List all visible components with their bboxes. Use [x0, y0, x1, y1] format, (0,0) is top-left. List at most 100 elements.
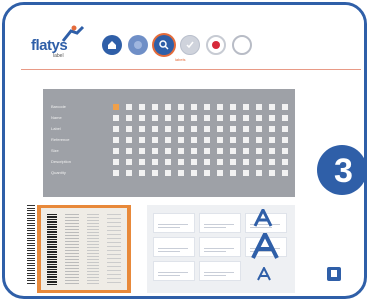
option-checkbox[interactable] — [113, 169, 119, 176]
option-checkbox[interactable] — [165, 158, 171, 165]
option-checkbox[interactable] — [126, 125, 132, 132]
option-checkbox[interactable] — [282, 169, 288, 176]
option-checkbox[interactable] — [165, 125, 171, 132]
option-checkbox[interactable] — [217, 169, 223, 176]
option-checkbox[interactable] — [217, 147, 223, 154]
option-checkbox[interactable] — [191, 169, 197, 176]
option-checkbox[interactable] — [282, 125, 288, 132]
option-checkbox[interactable] — [191, 136, 197, 143]
option-checkbox[interactable] — [165, 114, 171, 121]
option-checkbox[interactable] — [178, 147, 184, 154]
option-checkbox[interactable] — [113, 147, 119, 154]
option-checkbox[interactable] — [152, 158, 158, 165]
option-checkbox[interactable] — [230, 103, 236, 110]
option-checkbox[interactable] — [152, 125, 158, 132]
option-checkbox[interactable] — [126, 103, 132, 110]
option-checkbox[interactable] — [126, 136, 132, 143]
option-checkbox[interactable] — [256, 158, 262, 165]
option-checkbox[interactable] — [256, 147, 262, 154]
record-button[interactable] — [206, 35, 226, 55]
option-checkbox[interactable] — [243, 103, 249, 110]
option-checkbox[interactable] — [217, 158, 223, 165]
option-checkbox[interactable] — [165, 147, 171, 154]
option-checkbox[interactable] — [113, 103, 119, 110]
option-checkbox[interactable] — [217, 103, 223, 110]
option-checkbox[interactable] — [269, 147, 275, 154]
option-checkbox[interactable] — [243, 114, 249, 121]
option-checkbox[interactable] — [230, 169, 236, 176]
option-checkbox[interactable] — [217, 136, 223, 143]
option-checkbox[interactable] — [165, 169, 171, 176]
option-checkbox[interactable] — [139, 125, 145, 132]
option-checkbox[interactable] — [243, 169, 249, 176]
option-checkbox[interactable] — [269, 114, 275, 121]
list-button[interactable] — [128, 35, 148, 55]
option-checkbox[interactable] — [204, 147, 210, 154]
option-checkbox[interactable] — [243, 136, 249, 143]
option-checkbox[interactable] — [139, 147, 145, 154]
option-checkbox[interactable] — [152, 103, 158, 110]
option-checkbox[interactable] — [217, 125, 223, 132]
option-checkbox[interactable] — [152, 136, 158, 143]
option-checkbox[interactable] — [152, 169, 158, 176]
option-checkbox[interactable] — [139, 114, 145, 121]
option-checkbox[interactable] — [204, 125, 210, 132]
option-checkbox[interactable] — [178, 158, 184, 165]
option-checkbox[interactable] — [126, 114, 132, 121]
option-checkbox[interactable] — [243, 158, 249, 165]
option-checkbox[interactable] — [204, 136, 210, 143]
option-checkbox[interactable] — [230, 114, 236, 121]
option-checkbox[interactable] — [191, 158, 197, 165]
option-checkbox[interactable] — [282, 136, 288, 143]
option-checkbox[interactable] — [204, 103, 210, 110]
option-checkbox[interactable] — [269, 169, 275, 176]
option-checkbox[interactable] — [282, 114, 288, 121]
option-checkbox[interactable] — [230, 158, 236, 165]
option-checkbox[interactable] — [269, 103, 275, 110]
option-checkbox[interactable] — [139, 158, 145, 165]
option-checkbox[interactable] — [178, 114, 184, 121]
label-sheet-preview[interactable] — [147, 205, 295, 293]
option-checkbox[interactable] — [269, 136, 275, 143]
option-checkbox[interactable] — [230, 125, 236, 132]
option-checkbox[interactable] — [230, 136, 236, 143]
option-checkbox[interactable] — [243, 147, 249, 154]
option-checkbox[interactable] — [217, 114, 223, 121]
option-checkbox[interactable] — [282, 103, 288, 110]
option-checkbox[interactable] — [165, 136, 171, 143]
option-checkbox[interactable] — [256, 103, 262, 110]
option-checkbox[interactable] — [113, 125, 119, 132]
option-checkbox[interactable] — [139, 169, 145, 176]
stop-button[interactable] — [232, 35, 252, 55]
option-checkbox[interactable] — [113, 114, 119, 121]
option-checkbox[interactable] — [191, 114, 197, 121]
option-checkbox[interactable] — [178, 169, 184, 176]
option-checkbox[interactable] — [269, 158, 275, 165]
option-checkbox[interactable] — [204, 169, 210, 176]
check-button[interactable] — [180, 35, 200, 55]
option-checkbox[interactable] — [139, 136, 145, 143]
option-checkbox[interactable] — [152, 114, 158, 121]
option-checkbox[interactable] — [243, 125, 249, 132]
option-checkbox[interactable] — [178, 125, 184, 132]
brand-logo[interactable]: flatys label — [31, 25, 89, 59]
selected-label-preview[interactable] — [37, 205, 131, 293]
option-checkbox[interactable] — [126, 147, 132, 154]
option-checkbox[interactable] — [113, 158, 119, 165]
home-button[interactable] — [102, 35, 122, 55]
option-checkbox[interactable] — [256, 169, 262, 176]
search-button[interactable] — [154, 35, 174, 55]
print-icon[interactable] — [327, 267, 341, 281]
option-checkbox[interactable] — [230, 147, 236, 154]
option-checkbox[interactable] — [126, 158, 132, 165]
option-checkbox[interactable] — [256, 136, 262, 143]
option-checkbox[interactable] — [165, 103, 171, 110]
option-checkbox[interactable] — [126, 169, 132, 176]
option-checkbox[interactable] — [204, 114, 210, 121]
option-checkbox[interactable] — [204, 158, 210, 165]
option-checkbox[interactable] — [282, 147, 288, 154]
option-checkbox[interactable] — [152, 147, 158, 154]
option-checkbox[interactable] — [256, 114, 262, 121]
option-checkbox[interactable] — [178, 136, 184, 143]
option-checkbox[interactable] — [113, 136, 119, 143]
